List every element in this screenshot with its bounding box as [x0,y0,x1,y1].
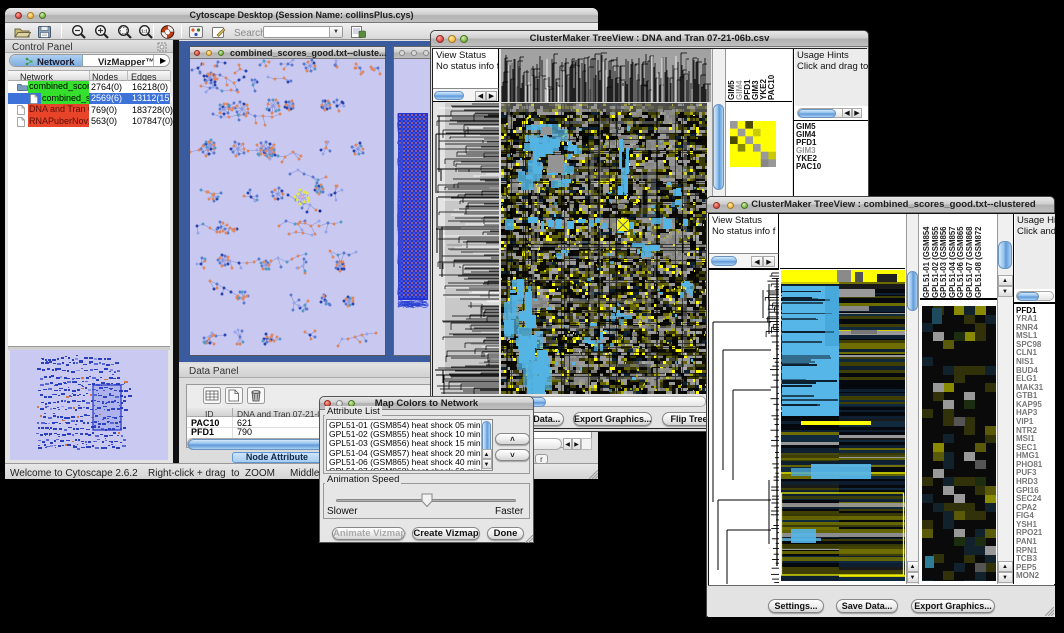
svg-text:1:1: 1:1 [141,29,148,34]
